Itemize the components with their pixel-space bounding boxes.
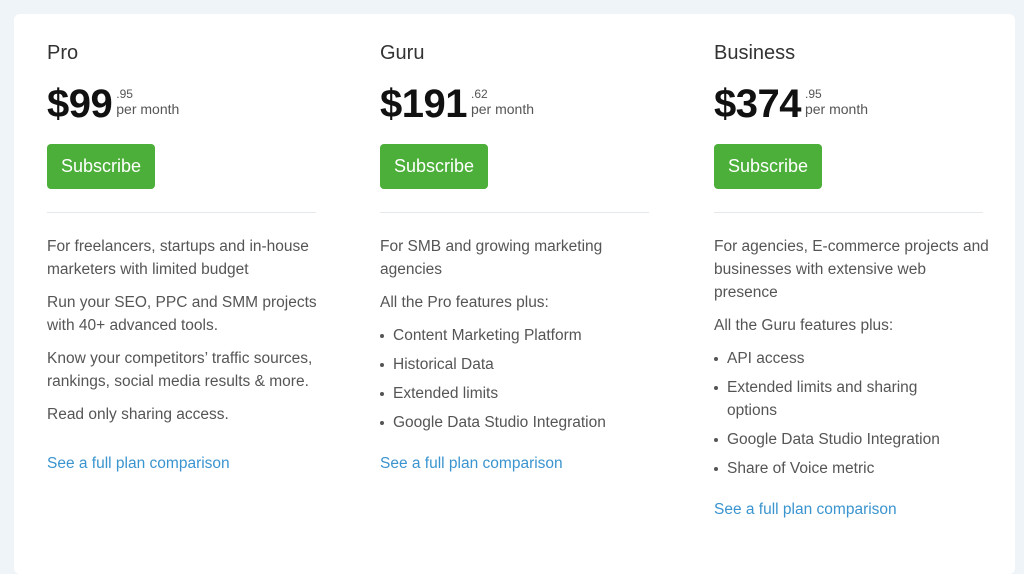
plan-price: $99 .95 per month <box>47 82 179 126</box>
plan-comparison-link[interactable]: See a full plan comparison <box>714 498 897 521</box>
description-paragraph: For SMB and growing marketing agencies <box>380 238 603 278</box>
subscribe-button[interactable]: Subscribe <box>380 144 489 189</box>
plan-description: For SMB and growing marketing agencies A… <box>380 235 655 475</box>
plan-price: $374 .95 per month <box>714 82 868 126</box>
divider <box>380 212 649 213</box>
bullet-icon <box>380 392 384 396</box>
bullet-icon <box>380 334 384 338</box>
description-paragraph: For freelancers, startups and in-house m… <box>47 238 309 278</box>
bullet-icon <box>714 438 718 442</box>
price-period: per month <box>470 101 535 117</box>
feature-text: Google Data Studio Integration <box>393 414 606 431</box>
feature-list: Content Marketing Platform Historical Da… <box>380 324 655 434</box>
description-paragraph: Read only sharing access. <box>47 406 229 423</box>
feature-item: Extended limits and sharing options <box>714 376 967 422</box>
divider <box>714 212 983 213</box>
feature-text: Historical Data <box>393 356 494 373</box>
bullet-icon <box>714 357 718 361</box>
feature-item: Extended limits <box>380 382 655 405</box>
price-cents: .62 <box>470 87 488 101</box>
plan-price: $191 .62 per month <box>380 82 534 126</box>
price-detail: .95 per month <box>804 87 869 118</box>
price-detail: .95 per month <box>116 87 180 118</box>
feature-item: Content Marketing Platform <box>380 324 655 347</box>
feature-item: Share of Voice metric <box>714 457 989 480</box>
feature-text: Share of Voice metric <box>727 460 875 477</box>
divider <box>47 212 316 213</box>
price-period: per month <box>116 101 180 117</box>
plan-comparison-link[interactable]: See a full plan comparison <box>47 452 230 475</box>
feature-text: Google Data Studio Integration <box>727 431 940 448</box>
price-cents: .95 <box>116 87 133 101</box>
price-period: per month <box>804 101 869 117</box>
plan-name: Business <box>714 42 796 64</box>
feature-text: API access <box>727 350 805 367</box>
plan-description: For freelancers, startups and in-house m… <box>47 235 322 475</box>
feature-text: Extended limits and sharing options <box>727 379 918 419</box>
description-paragraph: All the Guru features plus: <box>714 317 894 334</box>
feature-item: Historical Data <box>380 353 655 376</box>
feature-item: Google Data Studio Integration <box>380 411 655 434</box>
plan-name: Guru <box>380 42 425 64</box>
price-cents: .95 <box>804 87 822 101</box>
bullet-icon <box>380 363 384 367</box>
plan-description: For agencies, E-commerce projects and bu… <box>714 235 989 521</box>
feature-text: Content Marketing Platform <box>393 327 582 344</box>
feature-item: API access <box>714 347 989 370</box>
description-paragraph: Run your SEO, PPC and SMM projects with … <box>47 294 317 334</box>
price-whole: $191 <box>380 82 467 126</box>
subscribe-button[interactable]: Subscribe <box>714 144 823 189</box>
bullet-icon <box>380 421 384 425</box>
pricing-card: Pro $99 .95 per month Subscribe For free… <box>14 14 1015 574</box>
description-paragraph: All the Pro features plus: <box>380 294 549 311</box>
feature-text: Extended limits <box>393 385 499 402</box>
bullet-icon <box>714 467 718 471</box>
subscribe-button[interactable]: Subscribe <box>47 144 156 189</box>
description-paragraph: For agencies, E-commerce projects and bu… <box>714 238 989 301</box>
plan-name: Pro <box>47 42 79 64</box>
description-paragraph: Know your competitors’ traffic sources, … <box>47 350 313 390</box>
price-whole: $99 <box>47 82 113 126</box>
price-detail: .62 per month <box>470 87 535 118</box>
plan-comparison-link[interactable]: See a full plan comparison <box>380 452 563 475</box>
feature-list: API access Extended limits and sharing o… <box>714 347 989 480</box>
feature-item: Google Data Studio Integration <box>714 428 989 451</box>
bullet-icon <box>714 386 718 390</box>
price-whole: $374 <box>714 82 801 126</box>
